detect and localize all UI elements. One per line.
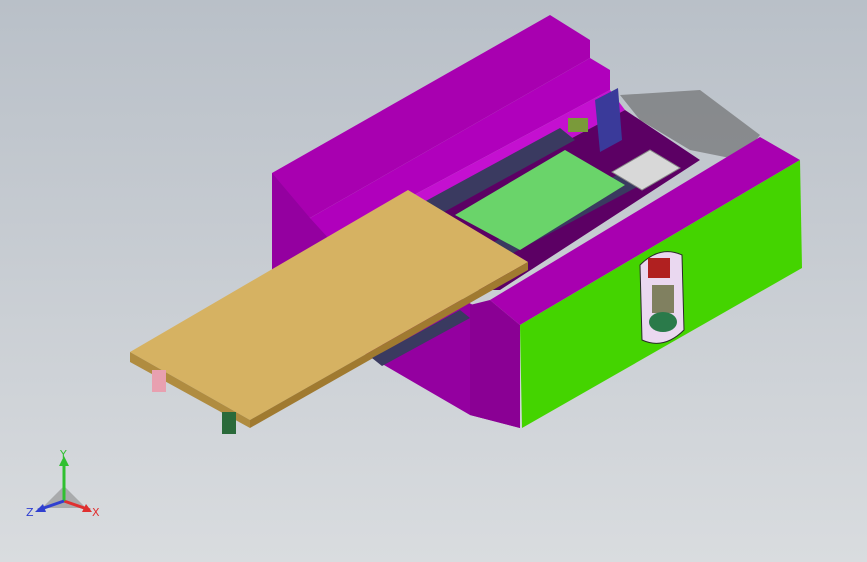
motor-part <box>648 258 670 278</box>
orientation-triad[interactable]: Y X Z <box>22 446 106 530</box>
triad-graphic: Y X Z <box>26 448 100 519</box>
cad-model[interactable] <box>0 0 867 562</box>
graphics-viewport[interactable]: Y X Z <box>0 0 867 562</box>
z-arrow <box>35 504 46 512</box>
motor-base <box>649 312 677 332</box>
y-axis-label: Y <box>59 448 67 461</box>
z-axis-label: Z <box>26 506 34 519</box>
platform-leg-green <box>222 412 236 434</box>
x-axis-label: X <box>92 506 100 519</box>
sensor-block <box>568 118 588 132</box>
motor-body <box>652 285 674 313</box>
side-panel-inner <box>470 300 520 428</box>
platform-leg-pink <box>152 370 166 392</box>
